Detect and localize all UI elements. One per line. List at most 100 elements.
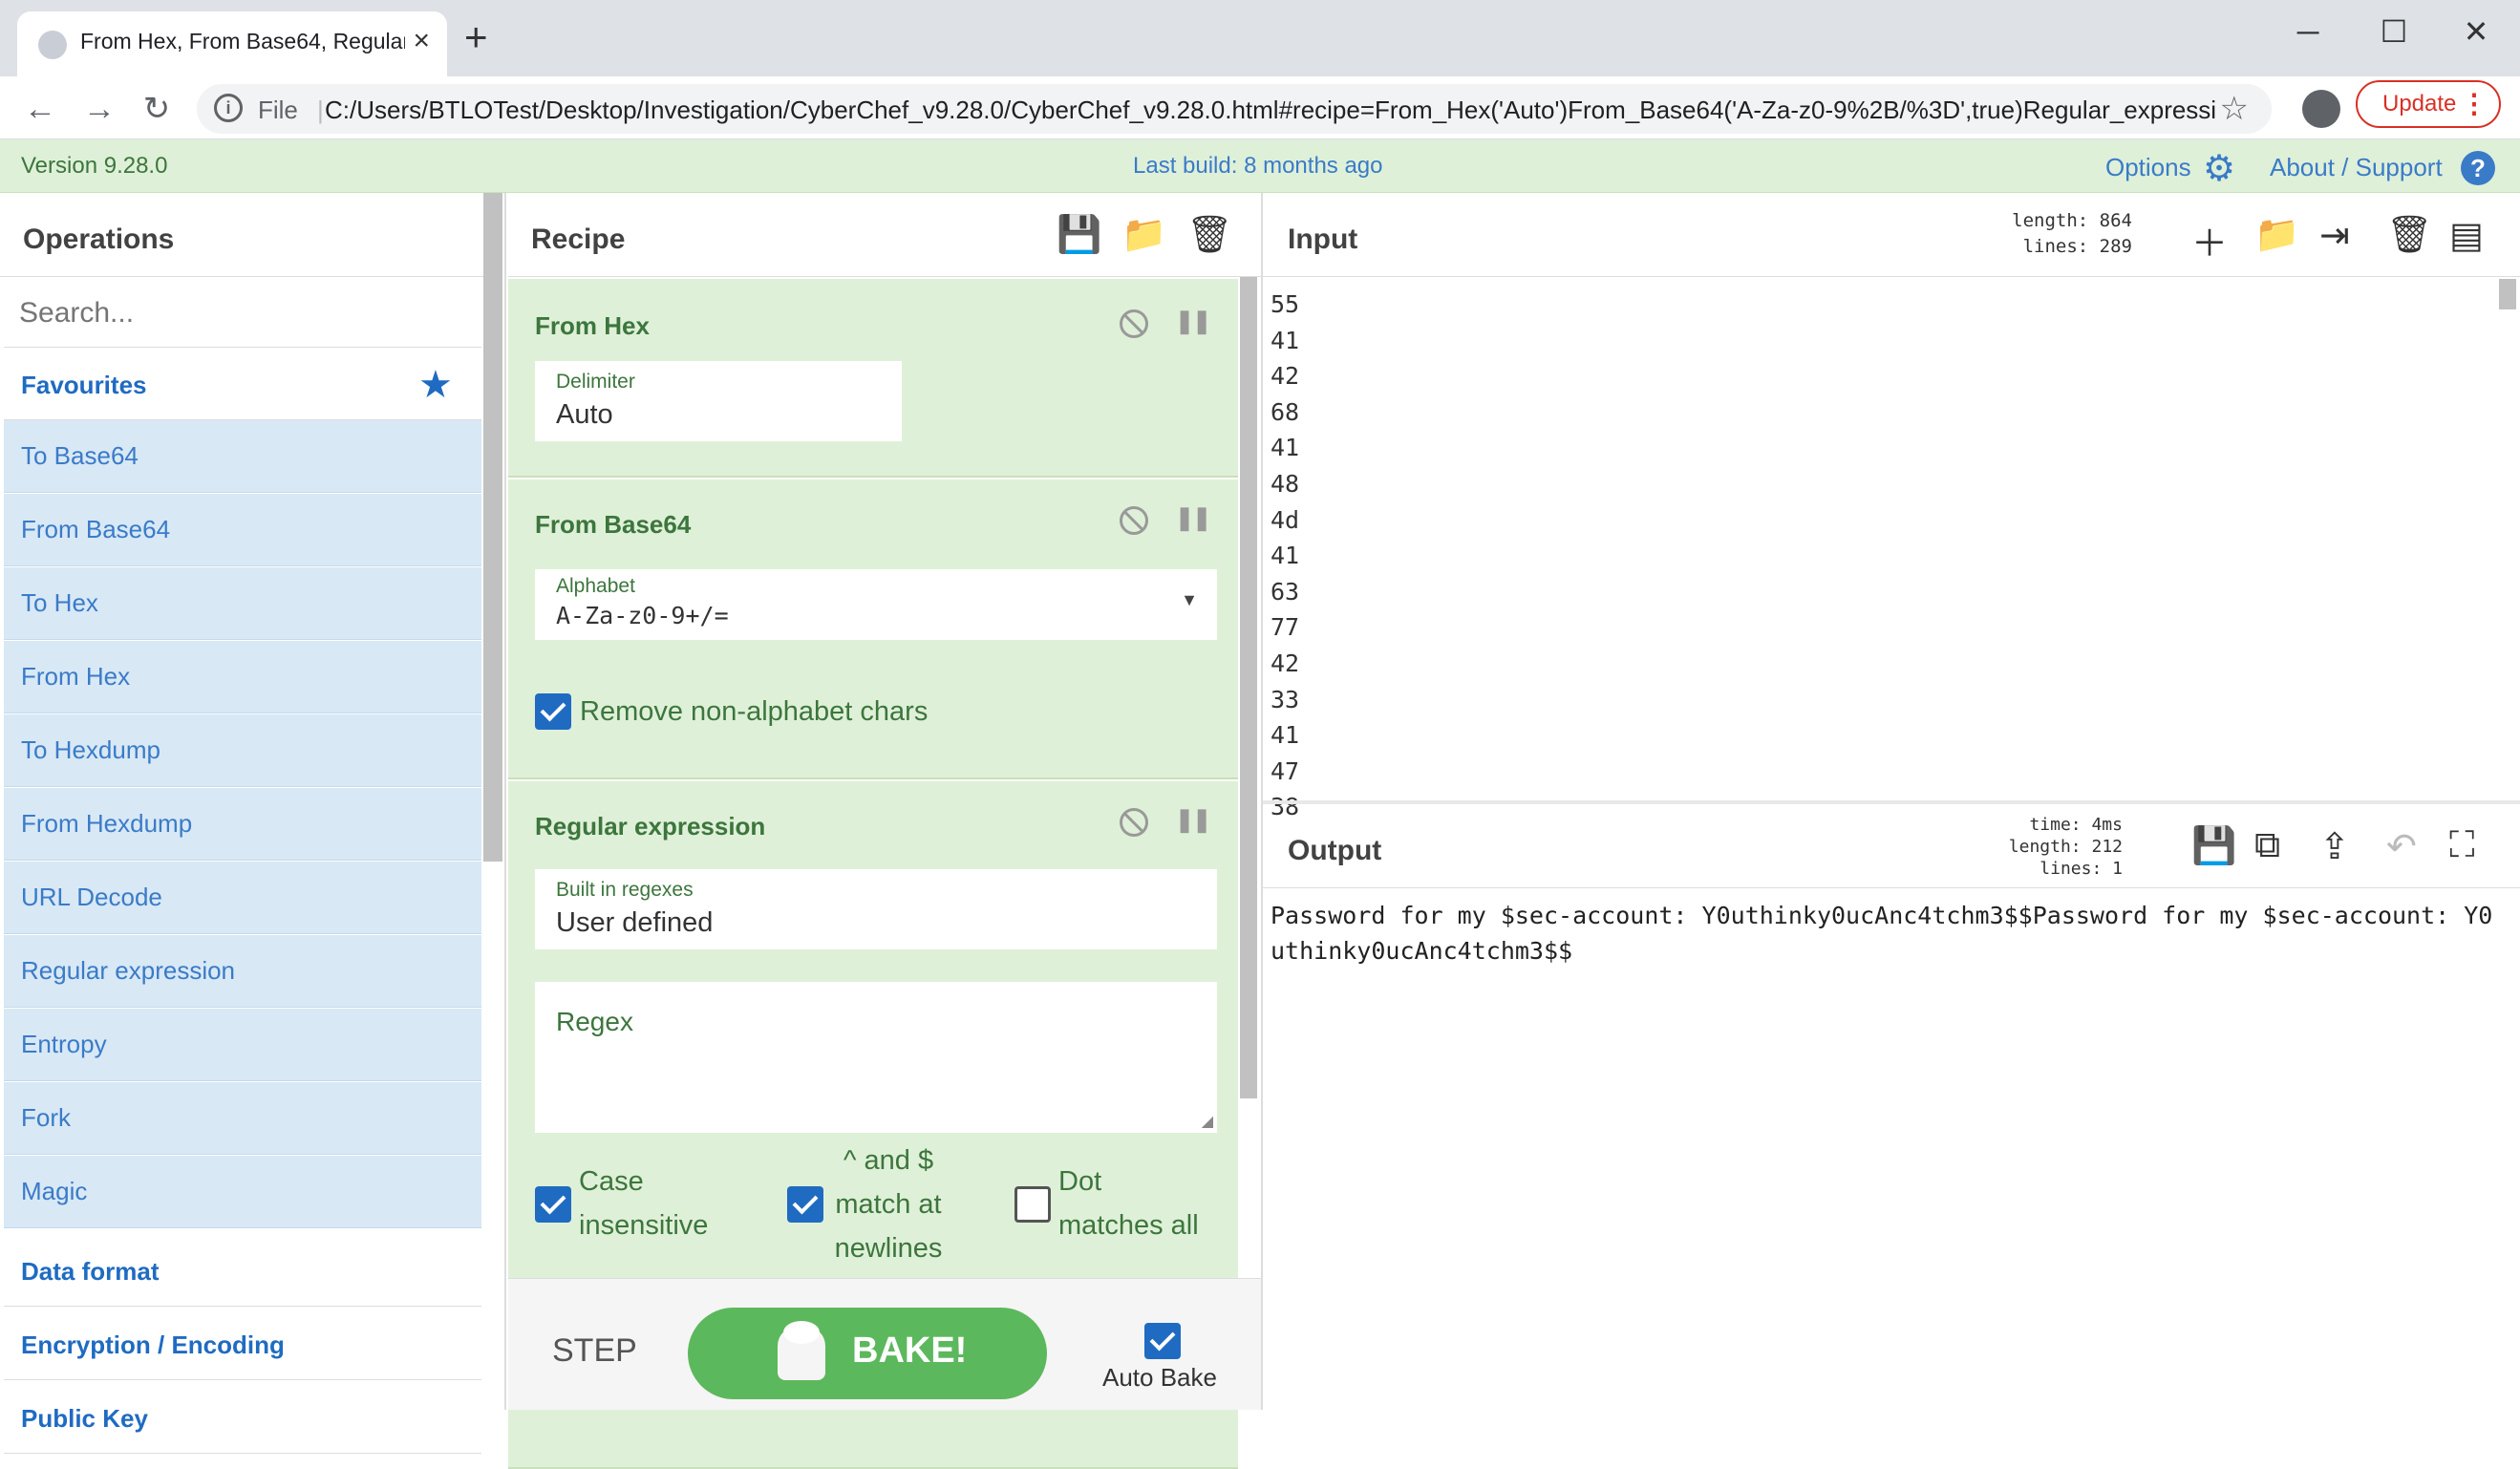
auto-bake-checkbox[interactable] (1144, 1323, 1181, 1359)
alphabet-select[interactable]: Alphabet A-Za-z0-9+/= ▼ (535, 569, 1217, 642)
tab-close-icon[interactable]: × (413, 25, 430, 57)
forward-button[interactable]: → (78, 88, 120, 130)
operation-item[interactable]: To Hexdump (4, 714, 481, 787)
category-label: Encryption / Encoding (21, 1331, 285, 1359)
dot-matches-all-checkbox[interactable] (1014, 1186, 1051, 1223)
chevron-down-icon[interactable]: ▼ (1181, 590, 1198, 610)
reset-layout-icon[interactable]: ▤ (2449, 214, 2484, 257)
open-folder-icon[interactable]: 📁 (2254, 214, 2299, 256)
window-close-button[interactable]: ✕ (2438, 8, 2514, 55)
resize-handle-icon[interactable]: ◢ (1202, 1112, 1213, 1131)
operation-label: Regular expression (21, 956, 236, 985)
operations-header: Operations (0, 193, 485, 277)
site-info-icon[interactable]: i (214, 94, 243, 122)
output-text[interactable]: Password for my $sec-account: Y0uthinky0… (1271, 898, 2503, 969)
operation-item[interactable]: To Base64 (4, 420, 481, 493)
input-line: 41 (1271, 542, 1300, 570)
clear-recipe-trash-icon[interactable]: 🗑 (1186, 214, 1232, 256)
operations-search-input[interactable] (4, 279, 481, 348)
operation-label: Fork (21, 1103, 71, 1132)
minimize-button[interactable]: ─ (2270, 8, 2346, 55)
url-text[interactable]: C:/Users/BTLOTest/Desktop/Investigation/… (325, 96, 2216, 125)
input-scrollbar[interactable] (2499, 279, 2516, 309)
multiline-checkbox[interactable] (787, 1186, 823, 1223)
input-line: 63 (1271, 577, 1300, 606)
operation-item[interactable]: Fork (4, 1082, 481, 1155)
help-icon[interactable]: ? (2461, 151, 2495, 185)
operation-item[interactable]: URL Decode (4, 862, 481, 934)
save-recipe-icon[interactable]: 💾 (1057, 214, 1101, 256)
input-title: Input (1288, 224, 1358, 255)
category-label: Public Key (21, 1404, 148, 1433)
tab-title: From Hex, From Base64, Regular (80, 29, 405, 53)
add-tab-plus-icon[interactable]: ＋ (2191, 214, 2228, 266)
recipe-scrollbar[interactable] (1240, 277, 1257, 1098)
profile-avatar-icon[interactable] (2302, 90, 2340, 128)
update-label: Update (2382, 91, 2457, 117)
breakpoint-pause-icon[interactable]: ❚❚ (1175, 308, 1211, 335)
case-insensitive-checkbox[interactable] (535, 1186, 571, 1223)
recipe-header: Recipe 💾 📁 🗑 (508, 193, 1261, 277)
operation-item[interactable]: To Hex (4, 567, 481, 640)
category-favourites[interactable]: Favourites ★ (4, 348, 481, 420)
category-public-key[interactable]: Public Key (4, 1381, 481, 1454)
new-tab-button[interactable]: + (464, 17, 488, 57)
remove-non-alphabet-checkbox-box[interactable] (535, 693, 571, 730)
delimiter-field[interactable]: Delimiter Auto (535, 361, 902, 443)
output-length: length: 212 (2008, 837, 2123, 857)
load-recipe-folder-icon[interactable]: 📁 (1121, 214, 1166, 256)
ingredient-from-base64[interactable]: From Base64 ❚❚ Alphabet A-Za-z0-9+/= ▼ (508, 479, 1238, 779)
operation-item[interactable]: Entropy (4, 1009, 481, 1081)
category-encryption-encoding[interactable]: Encryption / Encoding (4, 1308, 481, 1380)
breakpoint-pause-icon[interactable]: ❚❚ (1175, 504, 1211, 532)
operation-item[interactable]: From Hex (4, 641, 481, 713)
input-line: 4d (1271, 505, 1300, 534)
maximize-output-icon[interactable]: ⛶ (2449, 825, 2475, 866)
disable-ingredient-icon[interactable] (1120, 309, 1148, 338)
favourite-star-icon: ★ (418, 364, 453, 406)
reload-button[interactable]: ↻ (136, 88, 178, 130)
input-line: 48 (1271, 469, 1300, 498)
bake-bar: STEP BAKE! Auto Bake (508, 1278, 1261, 1410)
bake-button[interactable]: BAKE! (688, 1308, 1047, 1399)
last-build-link[interactable]: Last build: 8 months ago (1133, 153, 1383, 180)
ingredient-from-hex[interactable]: From Hex ❚❚ Delimiter Auto (508, 279, 1238, 478)
category-data-format[interactable]: Data format (4, 1234, 481, 1307)
operation-label: To Hexdump (21, 735, 160, 764)
auto-bake-label: Auto Bake (1102, 1363, 1217, 1392)
options-link[interactable]: Options (2105, 153, 2191, 182)
output-stats: time: 4ms length: 212 lines: 1 (2008, 814, 2123, 880)
maximize-button[interactable]: ☐ (2356, 8, 2432, 55)
clear-input-trash-icon[interactable]: 🗑 (2386, 214, 2432, 256)
gear-icon[interactable]: ⚙ (2203, 147, 2235, 190)
operation-item[interactable]: From Base64 (4, 494, 481, 566)
built-in-regexes-select[interactable]: Built in regexes User defined (535, 869, 1217, 951)
copy-output-icon[interactable]: ⧉ (2254, 825, 2280, 866)
replace-input-icon[interactable]: ⇪ (2319, 825, 2350, 868)
breakpoint-pause-icon[interactable]: ❚❚ (1175, 806, 1211, 834)
operation-item[interactable]: Magic (4, 1156, 481, 1228)
save-output-icon[interactable]: 💾 (2191, 825, 2236, 867)
scheme-separator: | (317, 96, 324, 124)
operation-item[interactable]: Regular expression (4, 935, 481, 1008)
input-lines: lines: 289 (2022, 236, 2132, 257)
bake-label: BAKE! (852, 1331, 968, 1371)
operation-label: From Hex (21, 662, 131, 691)
operation-item[interactable]: From Hexdump (4, 788, 481, 861)
operation-label: URL Decode (21, 883, 162, 911)
regex-textarea[interactable]: Regex ◢ (535, 982, 1217, 1135)
disable-ingredient-icon[interactable] (1120, 808, 1148, 837)
operations-scrollbar[interactable] (483, 193, 502, 862)
open-file-icon[interactable]: ⇥ (2319, 214, 2350, 257)
update-button[interactable]: Update ⋮ (2356, 80, 2501, 128)
input-stats: length: 864 lines: 289 (1989, 208, 2132, 260)
disable-ingredient-icon[interactable] (1120, 506, 1148, 535)
about-support-link[interactable]: About / Support (2270, 153, 2443, 182)
back-button[interactable]: ← (19, 88, 61, 130)
undo-icon[interactable]: ↶ (2386, 825, 2417, 868)
step-button[interactable]: STEP (552, 1332, 637, 1370)
browser-tab[interactable]: From Hex, From Base64, Regular × (17, 11, 447, 76)
input-line: 33 (1271, 685, 1300, 713)
bookmark-star-icon[interactable]: ☆ (2220, 90, 2249, 128)
address-bar[interactable]: i File | C:/Users/BTLOTest/Desktop/Inves… (197, 84, 2272, 134)
